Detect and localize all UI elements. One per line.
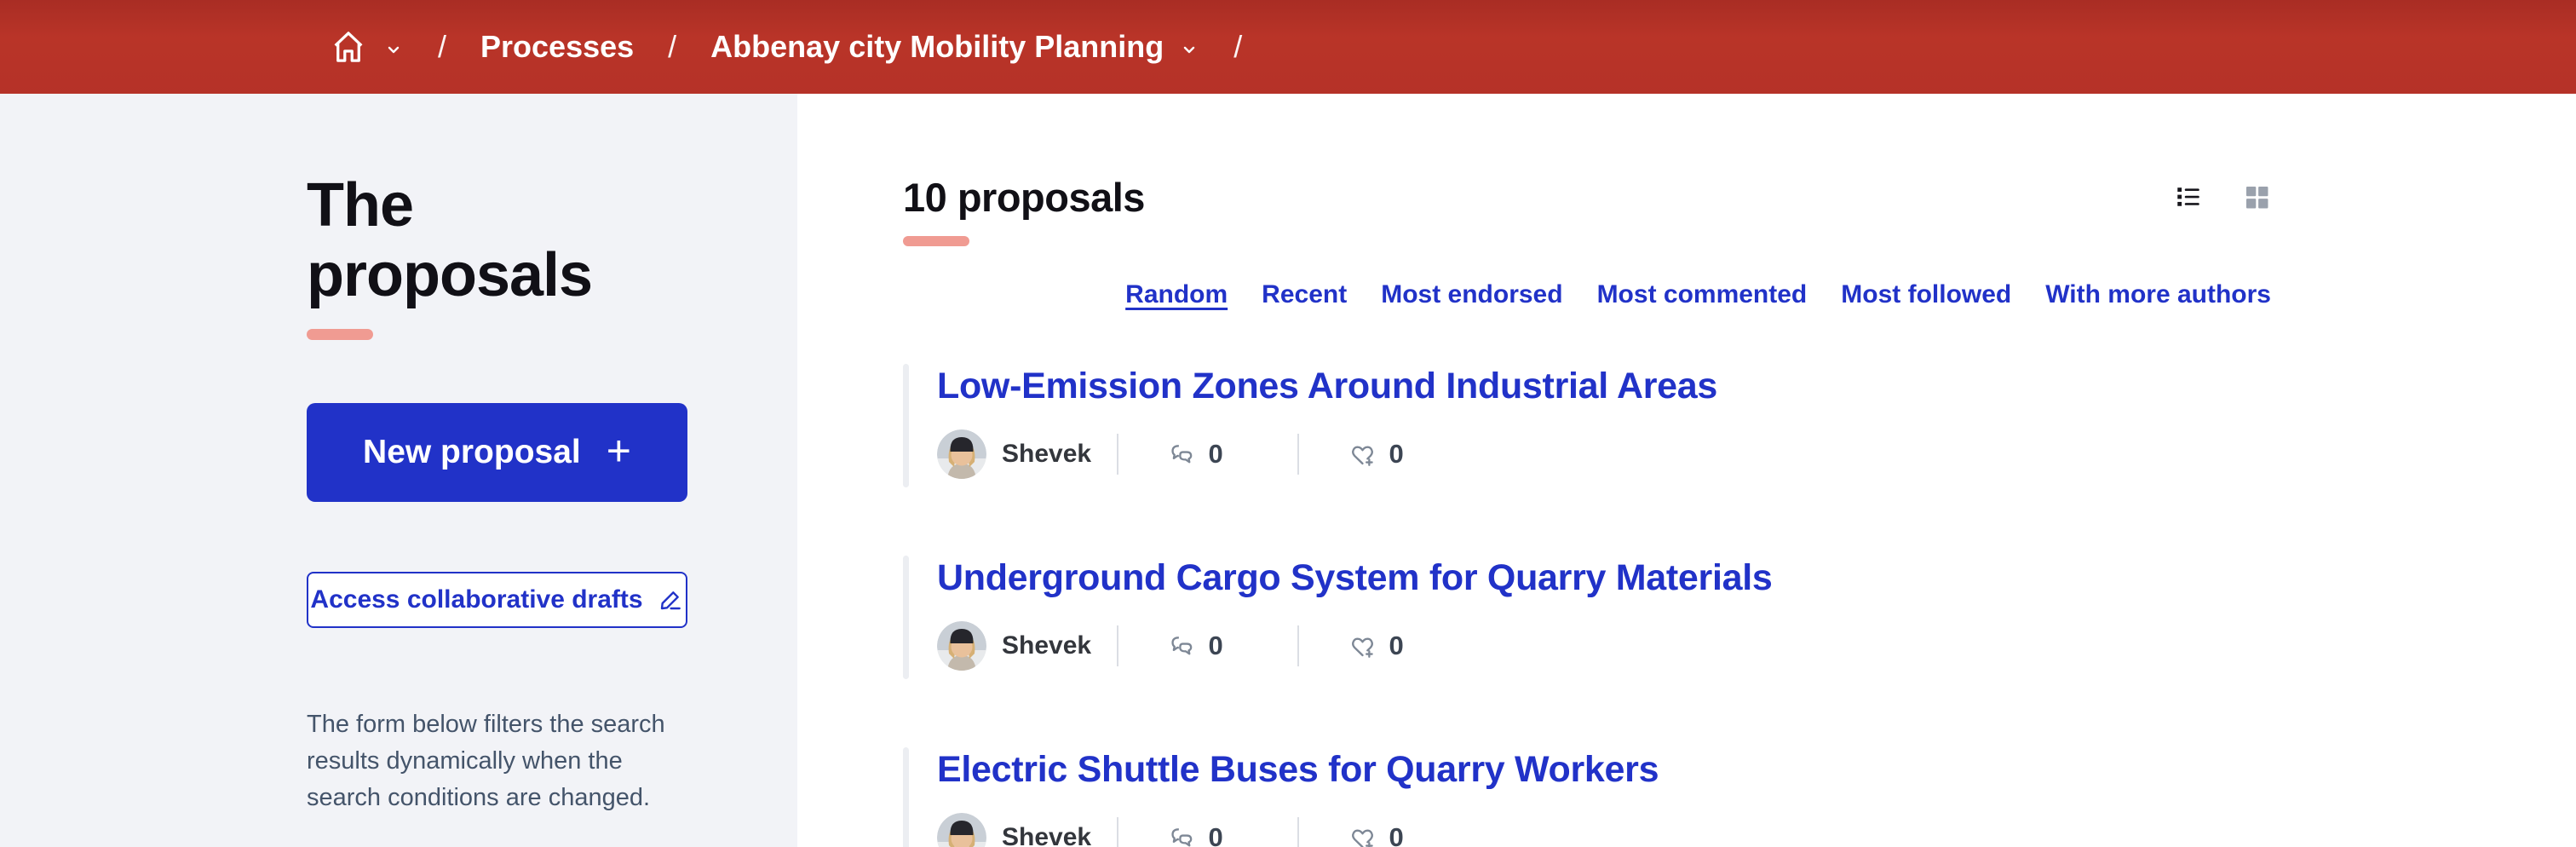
endorsements-count: 0 bbox=[1389, 822, 1403, 847]
access-collaborative-drafts-button[interactable]: Access collaborative drafts bbox=[307, 572, 687, 628]
comments-count: 0 bbox=[1208, 631, 1222, 661]
proposal-meta-row: Shevek 0 bbox=[937, 813, 2271, 847]
breadcrumb-processes-link[interactable]: Processes bbox=[480, 29, 634, 65]
grid-view-icon[interactable] bbox=[2242, 182, 2271, 211]
sort-option-most-endorsed[interactable]: Most endorsed bbox=[1381, 280, 1562, 309]
sort-options: Random Recent Most endorsed Most comment… bbox=[903, 280, 2271, 309]
endorsements-count: 0 bbox=[1389, 439, 1403, 470]
sort-option-recent[interactable]: Recent bbox=[1262, 280, 1347, 309]
proposal-list: Low-Emission Zones Around Industrial Are… bbox=[903, 362, 2271, 847]
comments-icon bbox=[1167, 631, 1197, 661]
plus-icon: + bbox=[607, 429, 631, 472]
endorse-heart-icon bbox=[1348, 440, 1377, 470]
breadcrumb-separator: / bbox=[668, 29, 676, 65]
proposal-item: Electric Shuttle Buses for Quarry Worker… bbox=[903, 746, 2271, 847]
comments-metric[interactable]: 0 bbox=[1118, 822, 1272, 847]
page-title: The proposals bbox=[307, 170, 687, 310]
breadcrumb-separator: / bbox=[1233, 29, 1242, 65]
endorsements-metric[interactable]: 0 bbox=[1299, 439, 1452, 470]
avatar[interactable] bbox=[937, 429, 986, 479]
proposal-meta-row: Shevek 0 bbox=[937, 621, 2271, 671]
proposal-item: Underground Cargo System for Quarry Mate… bbox=[903, 554, 2271, 679]
comments-count: 0 bbox=[1208, 439, 1222, 470]
drafts-button-label: Access collaborative drafts bbox=[310, 585, 642, 614]
proposal-title-link[interactable]: Electric Shuttle Buses for Quarry Worker… bbox=[937, 749, 1659, 791]
pencil-icon bbox=[657, 586, 684, 614]
endorse-heart-icon bbox=[1348, 823, 1377, 847]
sort-option-random[interactable]: Random bbox=[1125, 280, 1228, 309]
proposal-count-title: 10 proposals bbox=[903, 174, 1145, 221]
proposal-meta-row: Shevek 0 bbox=[937, 429, 2271, 479]
breadcrumb: / Processes / Abbenay city Mobility Plan… bbox=[329, 27, 1276, 66]
proposal-title-link[interactable]: Underground Cargo System for Quarry Mate… bbox=[937, 557, 1773, 599]
process-dropdown-chevron-icon[interactable] bbox=[1179, 39, 1199, 60]
breadcrumb-process-link[interactable]: Abbenay city Mobility Planning bbox=[710, 29, 1164, 65]
home-dropdown-chevron-icon[interactable] bbox=[383, 39, 404, 60]
comments-metric[interactable]: 0 bbox=[1118, 439, 1272, 470]
avatar[interactable] bbox=[937, 813, 986, 847]
author-name[interactable]: Shevek bbox=[1002, 631, 1091, 660]
endorsements-count: 0 bbox=[1389, 631, 1403, 661]
view-toggle bbox=[2174, 182, 2271, 211]
list-view-icon[interactable] bbox=[2174, 182, 2203, 211]
proposals-sidebar: The proposals New proposal + Access coll… bbox=[0, 94, 797, 847]
proposal-count-block: 10 proposals bbox=[903, 174, 1145, 246]
avatar[interactable] bbox=[937, 621, 986, 671]
comments-icon bbox=[1167, 440, 1197, 470]
proposals-main-panel: 10 proposals bbox=[797, 94, 2576, 847]
top-navigation-bar: / Processes / Abbenay city Mobility Plan… bbox=[0, 0, 2576, 94]
proposal-item: Low-Emission Zones Around Industrial Are… bbox=[903, 362, 2271, 487]
sort-option-most-commented[interactable]: Most commented bbox=[1597, 280, 1808, 309]
sort-option-with-more-authors[interactable]: With more authors bbox=[2045, 280, 2271, 309]
author-name[interactable]: Shevek bbox=[1002, 440, 1091, 469]
home-icon[interactable] bbox=[329, 27, 368, 66]
new-proposal-button[interactable]: New proposal + bbox=[307, 403, 687, 502]
endorse-heart-icon bbox=[1348, 631, 1377, 661]
title-accent-bar bbox=[307, 329, 373, 340]
breadcrumb-separator: / bbox=[438, 29, 446, 65]
comments-icon bbox=[1167, 823, 1197, 847]
new-proposal-label: New proposal bbox=[363, 434, 581, 471]
proposal-title-link[interactable]: Low-Emission Zones Around Industrial Are… bbox=[937, 366, 1717, 407]
sort-option-most-followed[interactable]: Most followed bbox=[1841, 280, 2011, 309]
endorsements-metric[interactable]: 0 bbox=[1299, 822, 1452, 847]
endorsements-metric[interactable]: 0 bbox=[1299, 631, 1452, 661]
author-name[interactable]: Shevek bbox=[1002, 823, 1091, 847]
comments-metric[interactable]: 0 bbox=[1118, 631, 1272, 661]
count-accent-bar bbox=[903, 236, 969, 246]
comments-count: 0 bbox=[1208, 822, 1222, 847]
filter-help-text: The form below filters the search result… bbox=[307, 706, 687, 816]
